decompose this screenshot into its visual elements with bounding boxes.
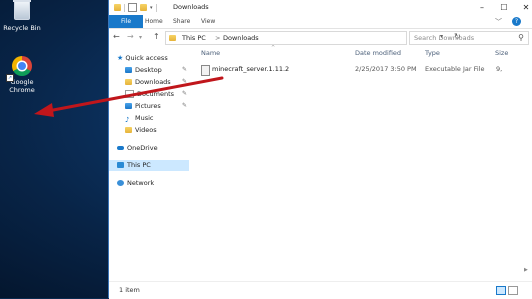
- tab-file[interactable]: File: [109, 15, 143, 28]
- folder-icon: [114, 4, 121, 11]
- file-date: 2/25/2017 3:50 PM: [355, 65, 417, 73]
- customize-toolbar-icon[interactable]: ▾: [150, 5, 153, 11]
- pin-icon[interactable]: ✎: [182, 102, 187, 109]
- scroll-arrow-icon[interactable]: ▶: [524, 267, 528, 273]
- breadcrumb-separator[interactable]: >: [215, 34, 220, 42]
- nav-this-pc[interactable]: This PC: [109, 160, 189, 171]
- nav-item-label: Documents: [137, 90, 175, 98]
- pictures-icon: [125, 103, 132, 109]
- nav-item-label: Desktop: [135, 66, 162, 74]
- window-title: Downloads: [173, 3, 209, 11]
- music-icon: ♪: [125, 116, 130, 124]
- column-header-name[interactable]: Name: [201, 49, 220, 57]
- breadcrumb-this-pc[interactable]: This PC: [182, 34, 206, 42]
- downloads-folder-icon: [125, 79, 132, 85]
- tab-share[interactable]: Share: [173, 15, 190, 28]
- column-header-size[interactable]: Size: [495, 49, 508, 57]
- tab-home[interactable]: Home: [145, 15, 163, 28]
- nav-item-videos[interactable]: Videos: [125, 125, 157, 136]
- pin-icon[interactable]: ✎: [182, 90, 187, 97]
- recycle-bin-label: Recycle Bin: [3, 24, 41, 32]
- nav-item-label: Pictures: [135, 102, 161, 110]
- search-icon: ⚲: [518, 32, 524, 42]
- nav-item-downloads[interactable]: Downloads: [125, 77, 171, 88]
- ribbon-tabs: File Home Share View ﹀ ?: [109, 15, 532, 29]
- file-explorer-window: ▾ Downloads – ☐ ✕ File Home Share View ﹀…: [108, 0, 532, 299]
- nav-network-label: Network: [127, 179, 155, 187]
- file-size: 9,: [496, 65, 503, 73]
- column-header-type[interactable]: Type: [425, 49, 440, 57]
- up-arrow-icon[interactable]: ↑: [153, 32, 160, 41]
- nav-item-label: Videos: [135, 126, 157, 134]
- title-bar: ▾ Downloads – ☐ ✕: [109, 0, 532, 15]
- item-count: 1 item: [119, 286, 140, 294]
- downloads-folder-icon: [169, 35, 176, 41]
- nav-onedrive[interactable]: OneDrive: [117, 143, 158, 154]
- nav-quick-access[interactable]: ★ Quick access: [117, 53, 168, 64]
- help-icon[interactable]: ?: [512, 17, 521, 26]
- sort-ascending-icon: ^: [271, 45, 276, 51]
- toolbar-separator: [124, 3, 125, 12]
- pin-icon[interactable]: ✎: [182, 78, 187, 85]
- table-row[interactable]: minecraft_server.1.11.2 2/25/2017 3:50 P…: [198, 64, 532, 76]
- chrome-label-line2: Chrome: [9, 86, 35, 94]
- network-icon: [117, 180, 124, 186]
- breadcrumb-downloads[interactable]: Downloads: [223, 34, 259, 42]
- forward-arrow-icon[interactable]: →: [127, 32, 134, 41]
- horizontal-scrollbar[interactable]: ▶: [521, 47, 532, 279]
- properties-icon[interactable]: [128, 3, 137, 12]
- new-folder-icon[interactable]: [140, 4, 147, 11]
- back-arrow-icon[interactable]: ←: [113, 32, 120, 41]
- recycle-bin-shortcut[interactable]: Recycle Bin: [0, 0, 44, 32]
- expand-ribbon-icon[interactable]: ﹀: [495, 17, 502, 27]
- nav-item-label: Downloads: [135, 78, 171, 86]
- documents-icon: [125, 90, 134, 98]
- search-placeholder: Search Downloads: [414, 34, 475, 42]
- nav-item-label: Music: [135, 114, 154, 122]
- nav-item-music[interactable]: ♪ Music: [125, 113, 154, 124]
- close-button[interactable]: ✕: [512, 0, 532, 15]
- videos-icon: [125, 127, 132, 133]
- recycle-bin-icon: [13, 0, 31, 20]
- shortcut-overlay-icon: ↗: [6, 74, 14, 82]
- large-icons-view-icon[interactable]: [508, 286, 518, 295]
- search-input[interactable]: Search Downloads ⚲: [409, 31, 529, 45]
- desktop-folder-icon: [125, 67, 132, 73]
- file-name: minecraft_server.1.11.2: [212, 65, 290, 73]
- toolbar-separator: [155, 3, 157, 12]
- pin-icon[interactable]: ✎: [182, 66, 187, 73]
- tab-view[interactable]: View: [201, 15, 215, 28]
- star-icon: ★: [117, 54, 124, 62]
- file-list: Name ^ Date modified Type Size minecraft…: [197, 45, 532, 279]
- nav-this-pc-label: This PC: [127, 161, 151, 169]
- nav-network[interactable]: Network: [117, 178, 154, 189]
- nav-onedrive-label: OneDrive: [127, 144, 158, 152]
- file-type: Executable Jar File: [425, 65, 485, 73]
- nav-quick-access-label: Quick access: [125, 54, 168, 62]
- status-bar: 1 item: [109, 281, 532, 299]
- details-view-icon[interactable]: [496, 286, 506, 295]
- chrome-icon: [12, 56, 32, 76]
- nav-item-desktop[interactable]: Desktop: [125, 65, 162, 76]
- nav-item-documents[interactable]: Documents: [125, 89, 174, 100]
- computer-icon: [117, 162, 124, 168]
- jar-file-icon: [201, 65, 210, 76]
- navigation-pane: ★ Quick access Desktop ✎ Downloads ✎ Doc…: [109, 47, 191, 279]
- column-header-date[interactable]: Date modified: [355, 49, 401, 57]
- quick-access-toolbar: ▾: [114, 3, 157, 12]
- recent-locations-icon[interactable]: ▾: [139, 34, 142, 41]
- nav-item-pictures[interactable]: Pictures: [125, 101, 161, 112]
- address-bar[interactable]: This PC > Downloads ▾ ↻: [165, 31, 461, 45]
- address-row: ← → ▾ ↑ This PC > Downloads ▾ ↻ Search D…: [109, 29, 532, 46]
- cloud-icon: [117, 146, 124, 150]
